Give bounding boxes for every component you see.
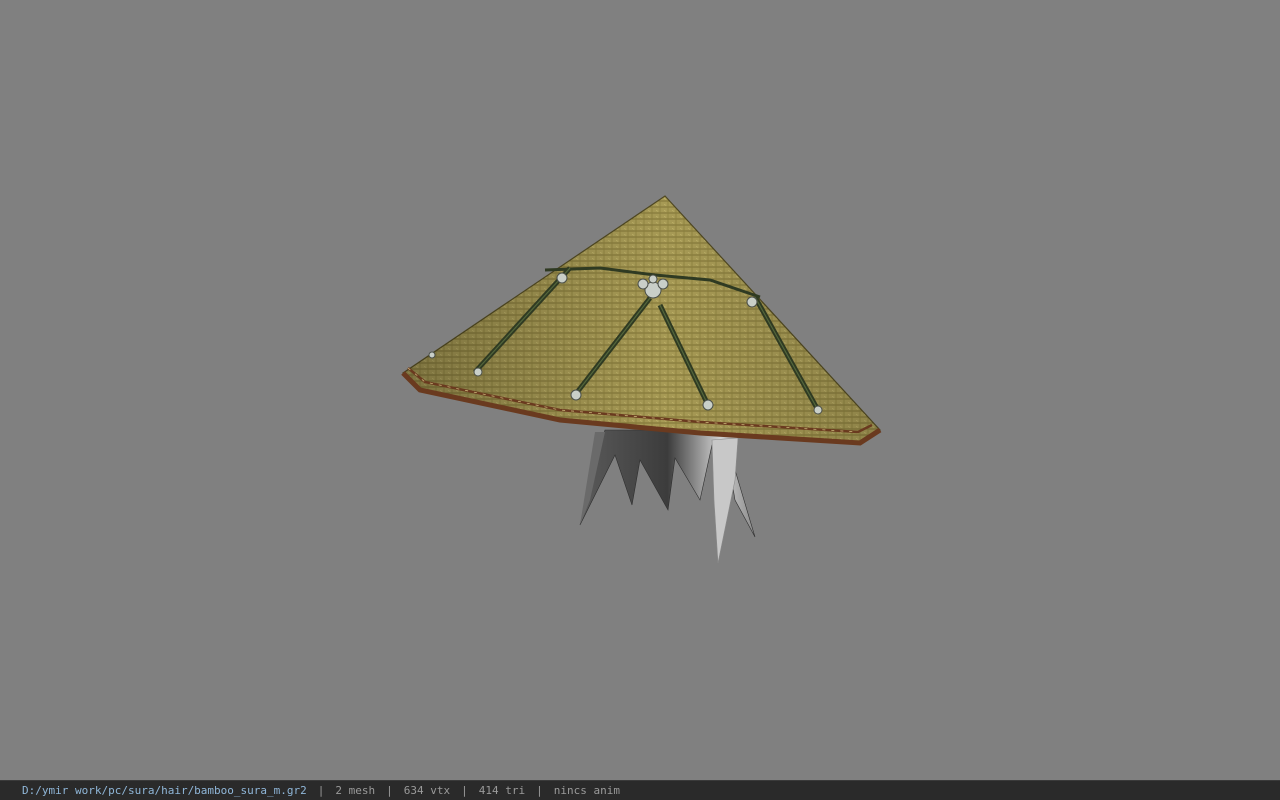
separator: | xyxy=(386,784,393,797)
separator: | xyxy=(317,784,325,797)
animation-status: nincs anim xyxy=(553,784,620,797)
triangle-count: 414 tri xyxy=(478,784,526,797)
separator: | xyxy=(461,784,468,797)
model-view[interactable] xyxy=(0,0,1280,780)
hair-strands-icon xyxy=(579,429,756,564)
vertex-count: 634 vtx xyxy=(403,784,451,797)
file-path: D:/ymir work/pc/sura/hair/bamboo_sura_m.… xyxy=(22,784,307,797)
mesh-count: 2 mesh xyxy=(335,784,376,797)
conical-bamboo-hat-icon xyxy=(401,195,882,446)
status-bar: D:/ymir work/pc/sura/hair/bamboo_sura_m.… xyxy=(0,780,1280,800)
render-viewport[interactable] xyxy=(0,0,1280,780)
separator: | xyxy=(536,784,543,797)
